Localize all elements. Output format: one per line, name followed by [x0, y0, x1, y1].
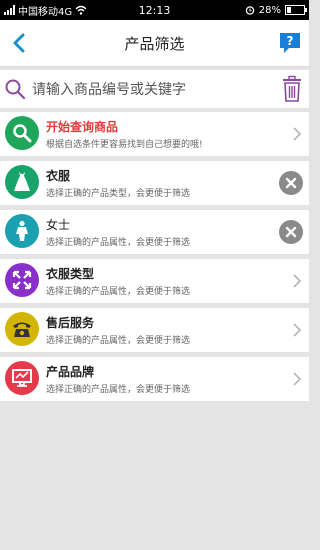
remove-button[interactable] [279, 220, 303, 244]
filter-list: 开始查询商品 根据自选条件更容易找到自己想要的哦! 衣服 选择正确的产品类型，会… [0, 112, 309, 406]
list-item-brand[interactable]: 产品品牌 选择正确的产品属性，会更便于筛选 [0, 357, 309, 401]
item-title: 售后服务 [46, 316, 95, 330]
remove-button[interactable] [279, 171, 303, 195]
search-input[interactable] [30, 74, 274, 106]
list-item-start-search[interactable]: 开始查询商品 根据自选条件更容易找到自己想要的哦! [0, 112, 309, 156]
item-subtitle: 选择正确的产品类型，会更便于筛选 [46, 189, 191, 199]
item-title: 衣服类型 [46, 267, 95, 281]
item-title: 女士 [46, 218, 71, 232]
item-subtitle: 选择正确的产品属性，会更便于筛选 [46, 336, 191, 346]
item-icon-circle [5, 312, 39, 346]
search-bar [0, 70, 309, 108]
nav-bar: 产品筛选 ? [0, 20, 309, 67]
item-icon-circle [5, 165, 39, 199]
search-icon [5, 79, 26, 100]
chevron-right-icon [293, 372, 301, 386]
item-subtitle: 选择正确的产品属性，会更便于筛选 [46, 287, 191, 297]
help-button[interactable]: ? [278, 31, 302, 55]
dress-icon [14, 172, 30, 191]
list-item-women[interactable]: 女士 选择正确的产品属性，会更便于筛选 [0, 210, 309, 254]
chevron-right-icon [293, 323, 301, 337]
chevron-right-icon [293, 127, 301, 141]
expand-icon [12, 270, 32, 290]
svg-text:?: ? [287, 34, 294, 48]
item-subtitle: 选择正确的产品属性，会更便于筛选 [46, 385, 191, 395]
item-subtitle: 根据自选条件更容易找到自己想要的哦! [46, 140, 203, 150]
item-subtitle: 选择正确的产品属性，会更便于筛选 [46, 238, 191, 248]
list-item-clothing-type[interactable]: 衣服类型 选择正确的产品属性，会更便于筛选 [0, 259, 309, 303]
item-icon-circle [5, 263, 39, 297]
page-title: 产品筛选 [124, 35, 185, 53]
list-item-after-sales[interactable]: 售后服务 选择正确的产品属性，会更便于筛选 [0, 308, 309, 352]
trash-button[interactable] [281, 75, 303, 103]
close-icon [285, 177, 297, 189]
item-icon-circle [5, 214, 39, 248]
close-icon [285, 226, 297, 238]
item-icon-circle [5, 361, 39, 395]
battery-percent: 28% [258, 4, 281, 16]
status-right: 28% [245, 0, 307, 20]
item-title: 产品品牌 [46, 365, 95, 379]
person-icon [16, 220, 28, 241]
list-item-clothing[interactable]: 衣服 选择正确的产品类型，会更便于筛选 [0, 161, 309, 205]
item-icon-circle [5, 116, 39, 150]
monitor-icon [12, 369, 32, 387]
item-title: 衣服 [46, 169, 71, 183]
battery-icon [285, 5, 307, 15]
item-title: 开始查询商品 [46, 120, 119, 134]
chevron-right-icon [293, 274, 301, 288]
search-icon [13, 124, 32, 143]
status-bar: 中国移动4G 12:13 28% [0, 0, 309, 20]
alarm-icon [245, 6, 254, 15]
phone-icon [13, 322, 31, 337]
